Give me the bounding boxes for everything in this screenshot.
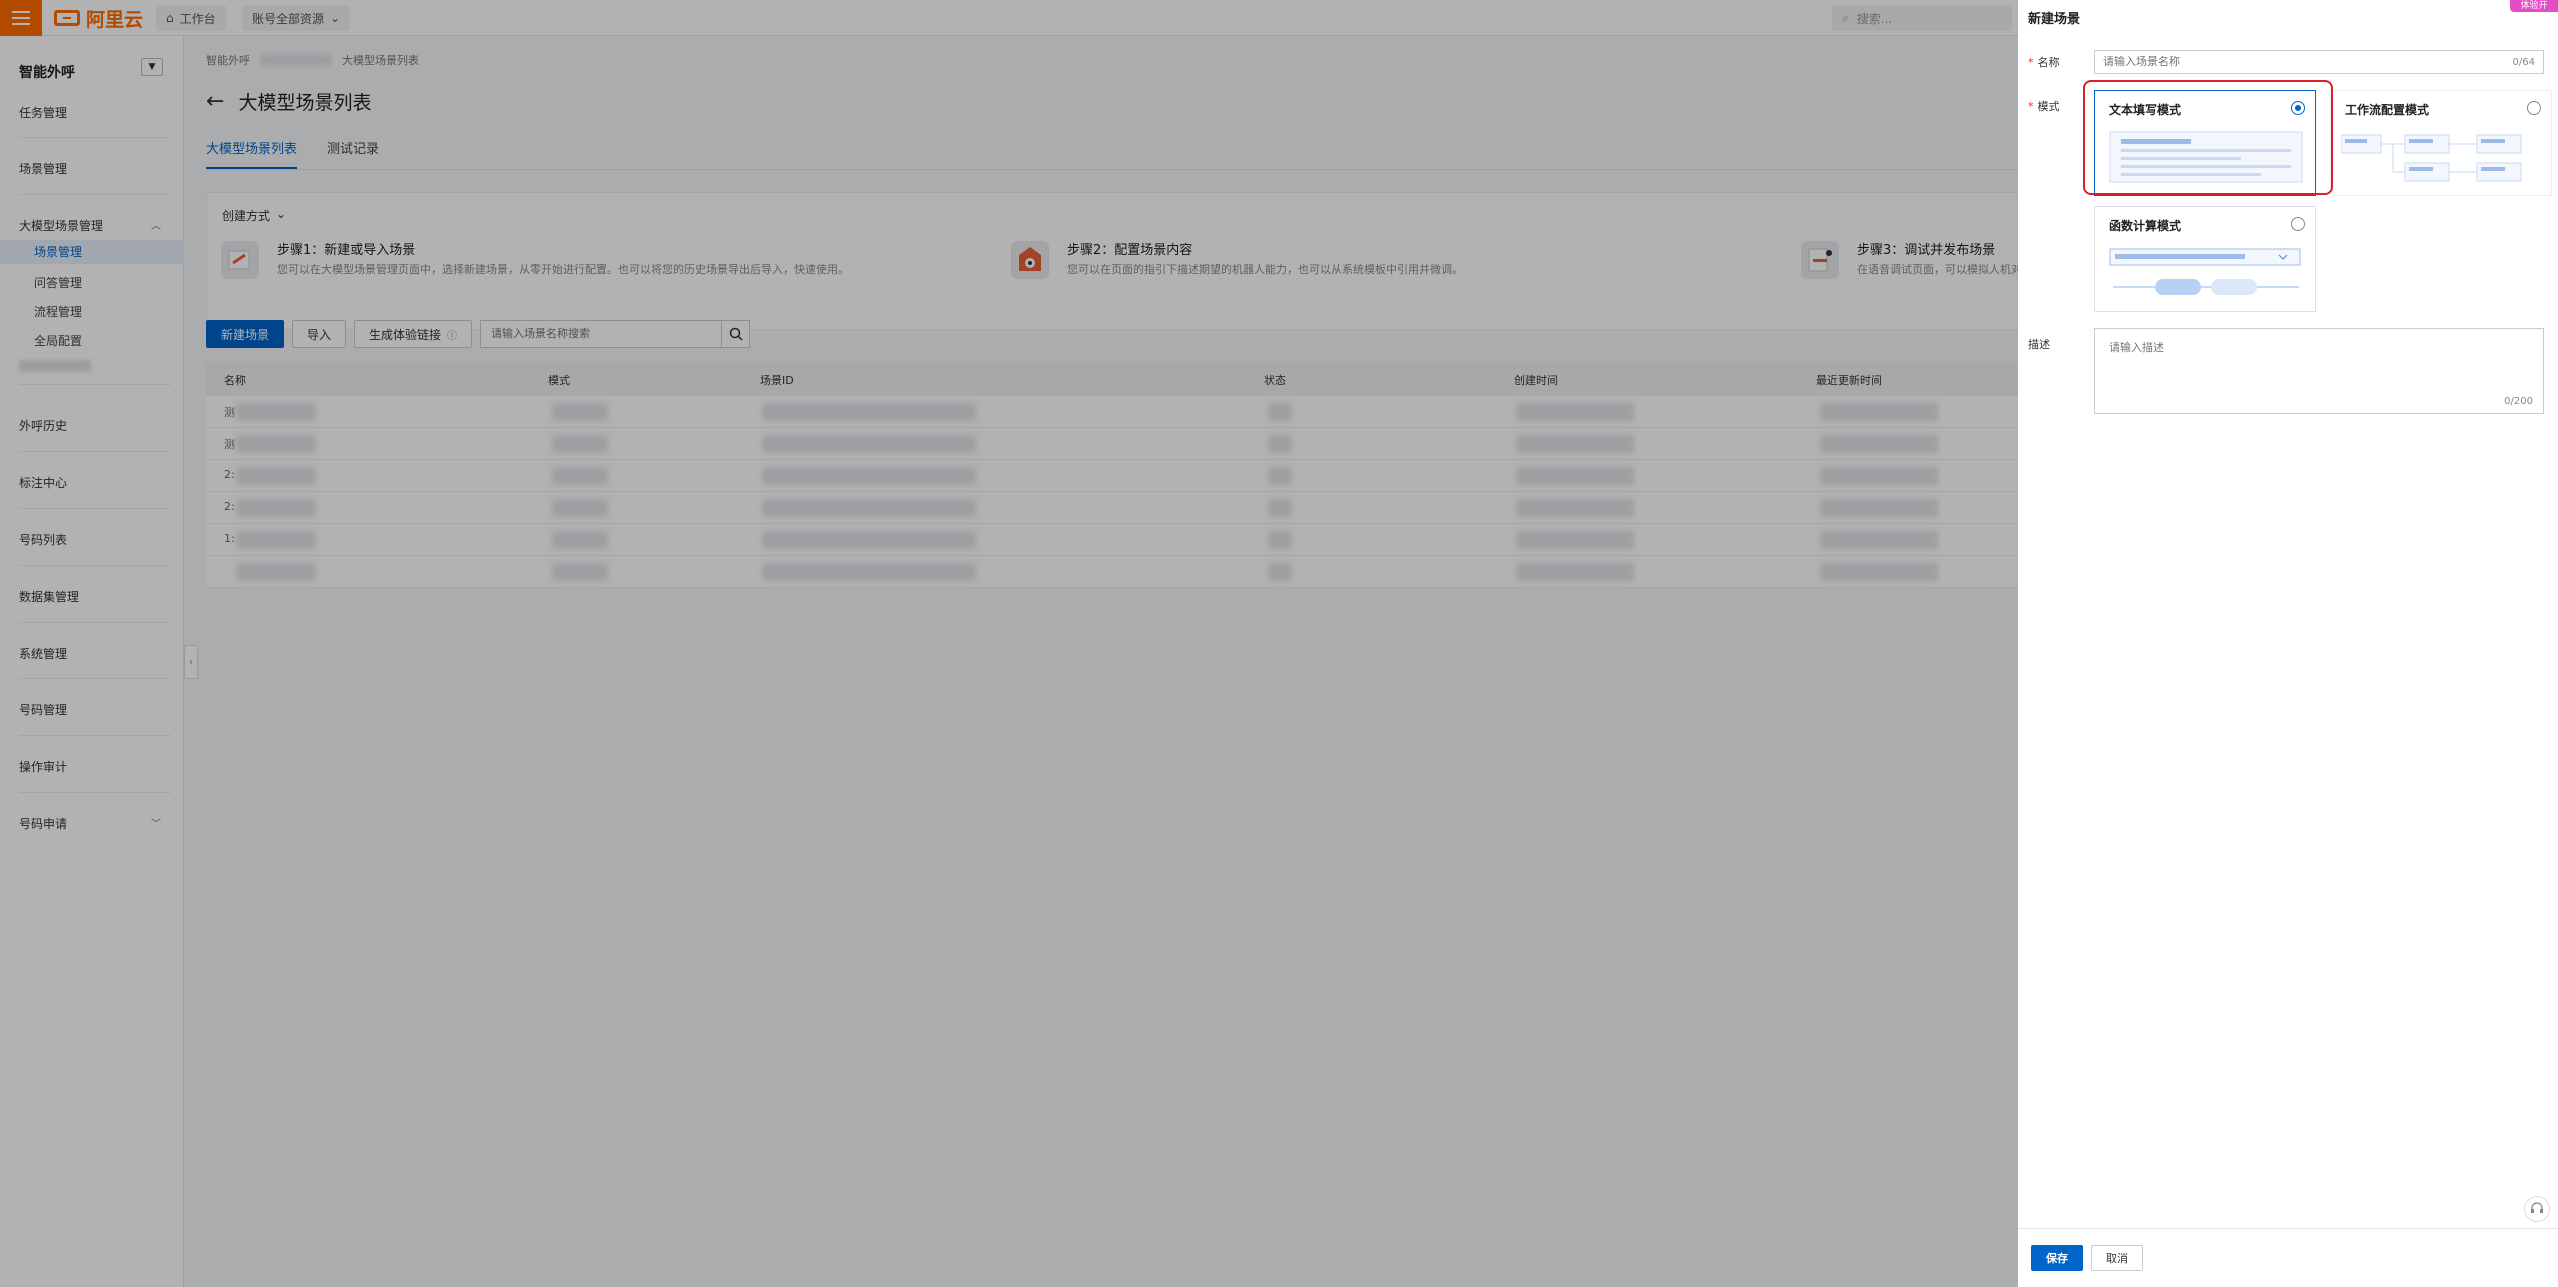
mode-radio-workflow[interactable] (2527, 101, 2541, 115)
save-button[interactable]: 保存 (2031, 1245, 2083, 1271)
mode-label-text: 模式 (2037, 100, 2060, 113)
mode-name: 工作流配置模式 (2345, 103, 2430, 117)
mode-card-function[interactable]: 函数计算模式 (2094, 206, 2316, 312)
mode-label: * 模式 (2028, 100, 2060, 113)
selected-mode-highlight (2083, 80, 2333, 195)
mode-radio-function[interactable] (2291, 217, 2305, 231)
name-field: 0/64 (2094, 50, 2544, 74)
name-counter: 0/64 (2512, 56, 2535, 68)
desc-counter: 0/200 (2504, 396, 2533, 407)
desc-field: 0/200 (2094, 328, 2544, 414)
workflow-mode-illustration (2341, 134, 2522, 182)
name-label: * 名称 (2028, 56, 2060, 69)
drawer-footer: 保存 取消 (2018, 1228, 2558, 1287)
experience-badge[interactable]: 体验开 (2510, 0, 2558, 12)
mode-name: 函数计算模式 (2109, 219, 2182, 233)
modal-overlay[interactable] (0, 0, 2018, 1287)
drawer-title: 新建场景 (2028, 12, 2081, 27)
desc-textarea[interactable] (2095, 329, 2543, 413)
mode-card-workflow[interactable]: 工作流配置模式 (2330, 90, 2552, 196)
scene-name-input[interactable] (2103, 56, 2513, 68)
function-mode-illustration (2109, 248, 2301, 295)
name-label-text: 名称 (2037, 56, 2060, 69)
support-headset-icon[interactable] (2524, 1196, 2550, 1222)
desc-label: 描述 (2028, 338, 2050, 351)
cancel-button[interactable]: 取消 (2091, 1245, 2143, 1271)
